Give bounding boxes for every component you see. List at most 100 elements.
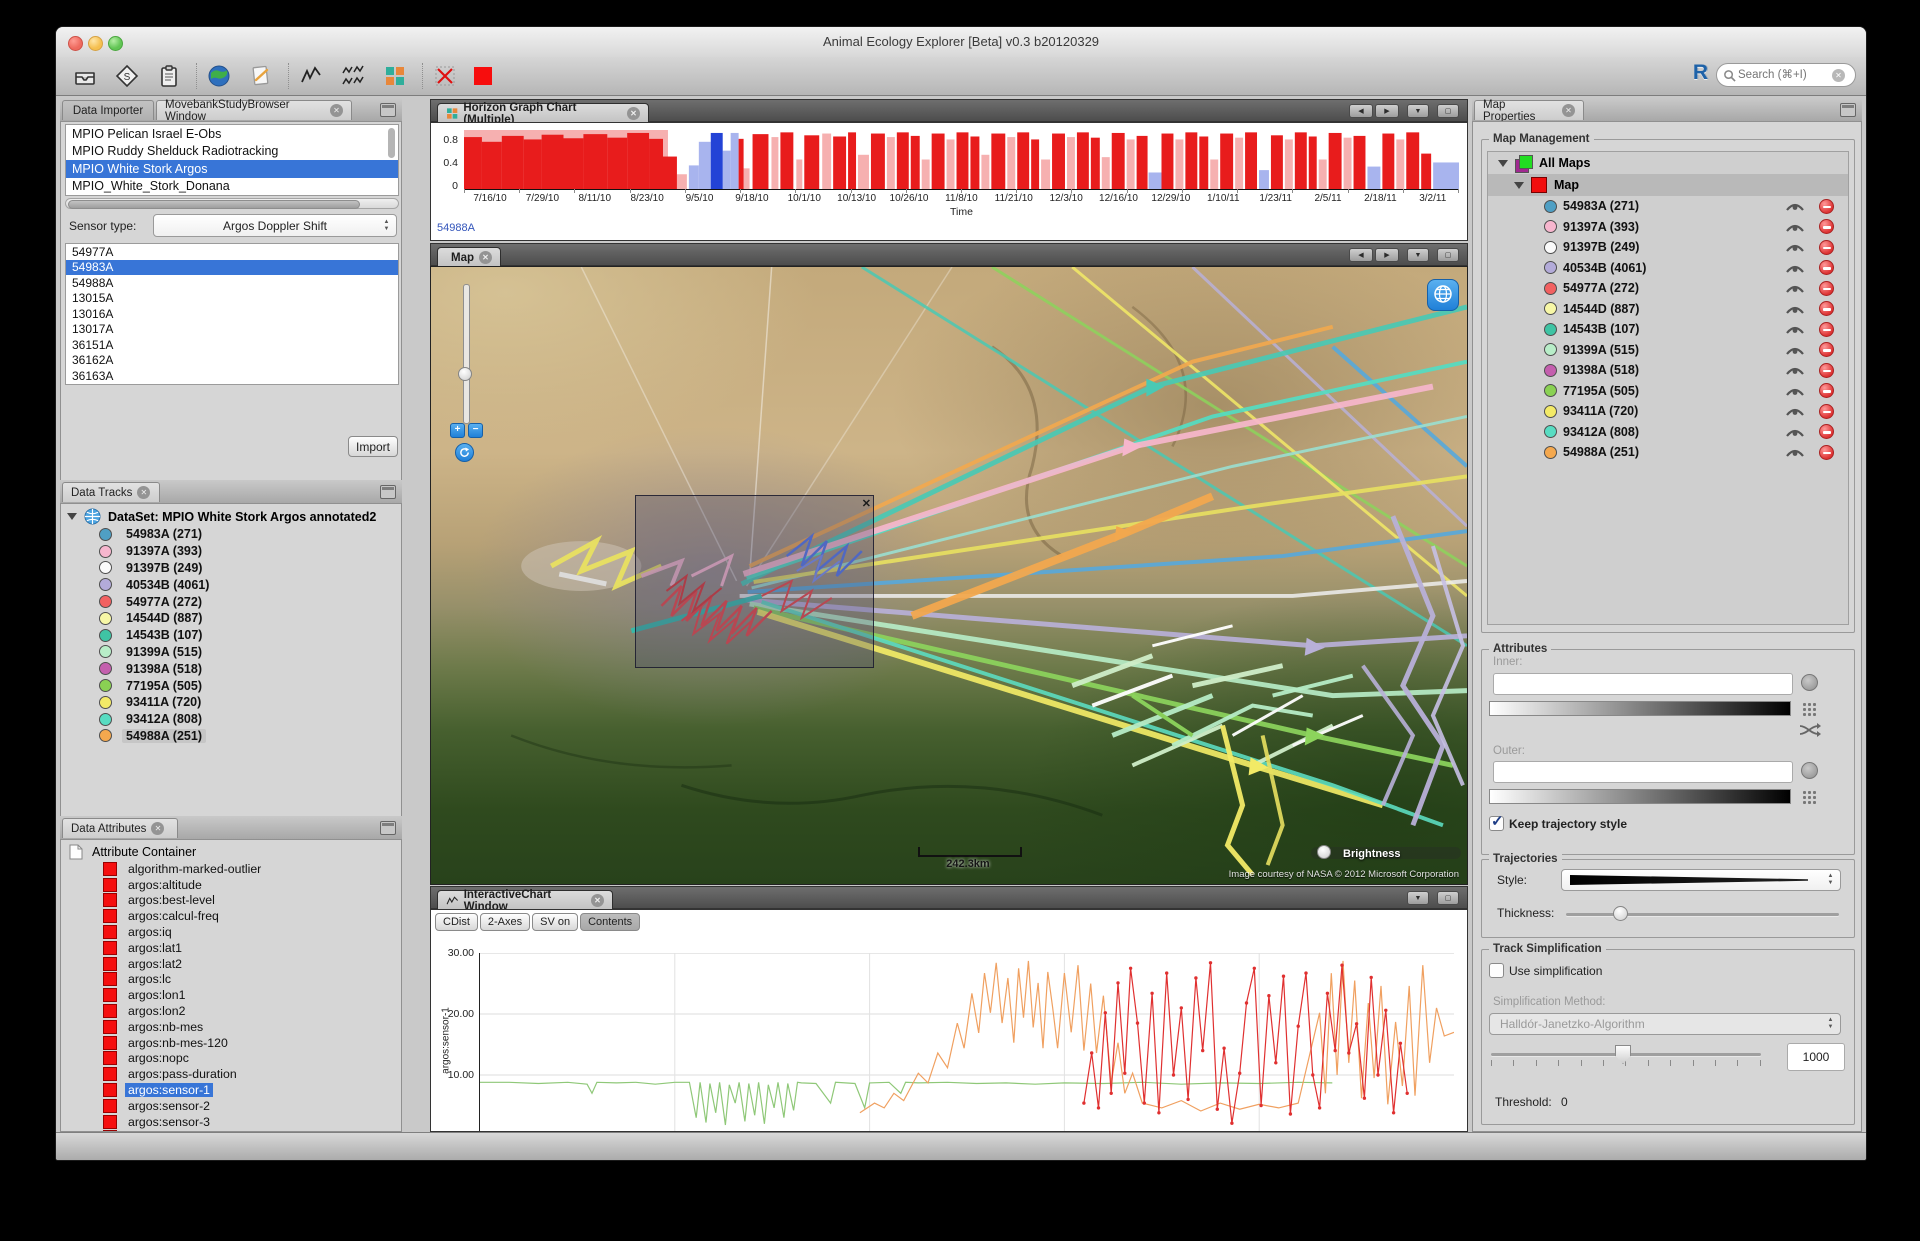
search-clear-icon[interactable]: ✕ — [1832, 69, 1845, 82]
prev-button[interactable]: ◀ — [1349, 248, 1373, 262]
chart-mode-button[interactable]: SV on — [532, 913, 578, 931]
close-icon[interactable] — [591, 894, 604, 907]
remove-track-icon[interactable] — [1819, 301, 1834, 316]
attribute-item[interactable]: algorithm-marked-outlier — [61, 861, 401, 877]
attribute-item[interactable]: argos:lc — [61, 972, 401, 988]
map-track-item[interactable]: 54983A (271) — [1488, 196, 1848, 217]
sensor-list-item[interactable]: 36162A — [66, 353, 398, 369]
track-item[interactable]: 91397B (249) — [61, 560, 401, 577]
tag-button[interactable]: S — [112, 61, 142, 91]
track-item[interactable]: 54988A (251) — [61, 728, 401, 745]
multi-chart-button[interactable] — [338, 61, 368, 91]
visibility-eye-icon[interactable] — [1785, 221, 1805, 233]
attribute-item[interactable]: argos:lon1 — [61, 987, 401, 1003]
map-track-item[interactable]: 54988A (251) — [1488, 442, 1848, 463]
remove-track-icon[interactable] — [1819, 342, 1834, 357]
close-icon[interactable] — [479, 251, 492, 264]
attribute-item[interactable]: argos:sensor-1 — [61, 1082, 401, 1098]
sensor-list-item[interactable]: 13016A — [66, 306, 398, 322]
map-track-item[interactable]: 77195A (505) — [1488, 381, 1848, 402]
remove-track-icon[interactable] — [1819, 363, 1834, 378]
style-select[interactable] — [1561, 869, 1841, 891]
remove-track-icon[interactable] — [1819, 240, 1834, 255]
brightness-knob[interactable] — [1317, 845, 1331, 859]
thickness-slider-knob[interactable] — [1613, 906, 1628, 921]
inner-clear-circle-icon[interactable] — [1801, 674, 1818, 691]
close-icon[interactable] — [1562, 104, 1575, 117]
dropdown-button[interactable]: ▼ — [1407, 248, 1429, 262]
map-window-header[interactable]: Map ◀ ▶ ▼ ▢ — [430, 243, 1468, 266]
sensor-list[interactable]: 54977A54983A54988A13015A13016A13017A3615… — [65, 243, 399, 385]
grid-dots-icon[interactable] — [1801, 701, 1816, 716]
study-list[interactable]: MPIO Pelican Israel E-ObsMPIO Ruddy Shel… — [65, 124, 399, 196]
panel-collapse-icon[interactable] — [380, 821, 396, 835]
tab-data-tracks[interactable]: Data Tracks — [62, 482, 160, 502]
sensor-list-item[interactable]: 13017A — [66, 322, 398, 338]
attribute-item[interactable]: argos:nb-mes — [61, 1019, 401, 1035]
sensor-list-item[interactable]: 54983A — [66, 260, 398, 276]
maximize-button[interactable]: ▢ — [1437, 891, 1459, 905]
outer-gradient-bar[interactable] — [1489, 789, 1791, 804]
close-icon[interactable] — [151, 822, 164, 835]
horizon-plot[interactable] — [464, 130, 1459, 190]
track-item[interactable]: 91399A (515) — [61, 644, 401, 661]
track-item[interactable]: 93412A (808) — [61, 711, 401, 728]
tab-data-importer[interactable]: Data Importer — [62, 100, 154, 120]
map-track-item[interactable]: 14543B (107) — [1488, 319, 1848, 340]
visibility-eye-icon[interactable] — [1785, 282, 1805, 294]
sensor-list-item[interactable]: 54988A — [66, 275, 398, 291]
attribute-item[interactable]: argos:iq — [61, 924, 401, 940]
all-maps-node[interactable]: All Maps — [1488, 152, 1848, 174]
zoom-slider-knob[interactable] — [458, 367, 472, 381]
sensor-list-item[interactable]: 36163A — [66, 368, 398, 384]
attribute-item[interactable]: argos:calcul-freq — [61, 908, 401, 924]
use-simplification-checkbox[interactable] — [1489, 963, 1504, 978]
study-hscrollbar[interactable] — [65, 198, 399, 209]
line-chart-button[interactable] — [296, 61, 326, 91]
map-track-item[interactable]: 54977A (272) — [1488, 278, 1848, 299]
remove-track-icon[interactable] — [1819, 424, 1834, 439]
grid-dots-icon[interactable] — [1801, 789, 1816, 804]
study-list-item[interactable]: MPIO White Stork Argos — [66, 160, 398, 178]
simplification-value-field[interactable]: 1000 — [1787, 1043, 1845, 1071]
tab-interactive-chart[interactable]: InteractiveChart Window — [437, 890, 613, 910]
visibility-eye-icon[interactable] — [1785, 344, 1805, 356]
sensor-list-item[interactable]: 36151A — [66, 337, 398, 353]
attribute-item[interactable]: argos:nb-mes-120 — [61, 1035, 401, 1051]
inner-field[interactable] — [1493, 673, 1793, 695]
close-icon[interactable] — [137, 486, 150, 499]
panel-collapse-icon[interactable] — [1840, 103, 1856, 117]
track-item[interactable]: 91398A (518) — [61, 660, 401, 677]
visibility-eye-icon[interactable] — [1785, 303, 1805, 315]
track-item[interactable]: 14543B (107) — [61, 627, 401, 644]
attribute-item[interactable]: argos:lat2 — [61, 956, 401, 972]
remove-track-icon[interactable] — [1819, 219, 1834, 234]
next-button[interactable]: ▶ — [1375, 248, 1399, 262]
track-item[interactable]: 77195A (505) — [61, 677, 401, 694]
maximize-button[interactable]: ▢ — [1437, 104, 1459, 118]
outer-field[interactable] — [1493, 761, 1793, 783]
attribute-item[interactable]: argos:altitude — [61, 877, 401, 893]
dataset-node[interactable]: DataSet: MPIO White Stork Argos annotate… — [67, 508, 376, 525]
map-node[interactable]: Map — [1488, 174, 1848, 196]
attribute-container-node[interactable]: Attribute Container — [69, 844, 196, 860]
dropdown-button[interactable]: ▼ — [1407, 104, 1429, 118]
tab-horizon-chart[interactable]: Horizon Graph Chart (Multiple) — [437, 103, 649, 123]
study-list-item[interactable]: MPIO Pelican Israel E-Obs — [66, 125, 398, 143]
panel-collapse-icon[interactable] — [380, 485, 396, 499]
delete-red-x-button[interactable] — [430, 61, 460, 91]
map-track-item[interactable]: 93411A (720) — [1488, 401, 1848, 422]
prev-button[interactable]: ◀ — [1349, 104, 1373, 118]
sensor-type-select[interactable]: Argos Doppler Shift — [153, 214, 397, 237]
inner-gradient-bar[interactable] — [1489, 701, 1791, 716]
remove-track-icon[interactable] — [1819, 260, 1834, 275]
panel-collapse-icon[interactable] — [380, 103, 396, 117]
track-item[interactable]: 54977A (272) — [61, 593, 401, 610]
shuffle-icon[interactable] — [1799, 722, 1821, 738]
clipboard-button[interactable] — [154, 61, 184, 91]
remove-track-icon[interactable] — [1819, 199, 1834, 214]
globe-button[interactable] — [204, 61, 234, 91]
map-track-item[interactable]: 91398A (518) — [1488, 360, 1848, 381]
visibility-eye-icon[interactable] — [1785, 241, 1805, 253]
visibility-eye-icon[interactable] — [1785, 426, 1805, 438]
